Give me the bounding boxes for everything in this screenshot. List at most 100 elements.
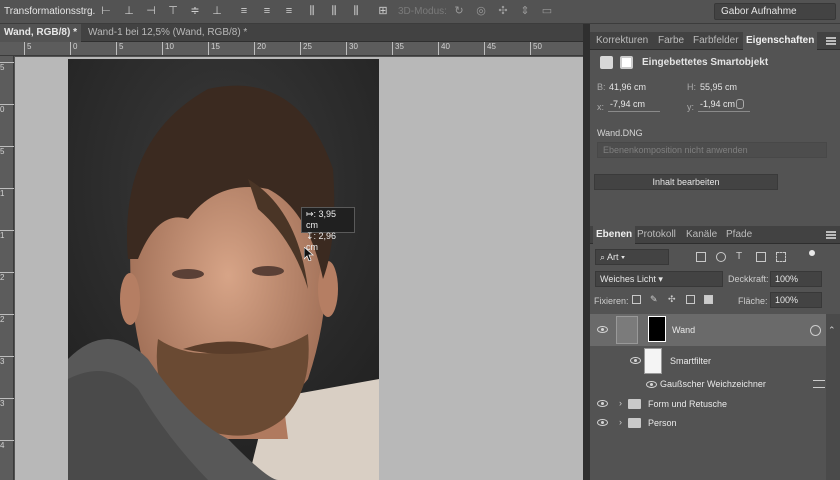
layer-name: Gaußscher Weichzeichner: [660, 379, 766, 389]
document-tab-inactive[interactable]: Wand-1 bei 12,5% (Wand, RGB/8) *: [84, 24, 251, 42]
ruler-tick: 1: [0, 230, 14, 240]
distribute-middle-icon[interactable]: ≡: [260, 5, 274, 18]
panel-divider[interactable]: [583, 24, 590, 480]
3d-roll-icon[interactable]: ◎: [474, 5, 488, 18]
tab-ebenen[interactable]: Ebenen: [593, 226, 636, 244]
lock-all-icon[interactable]: [704, 295, 713, 304]
align-middle-v-icon[interactable]: ≑: [188, 5, 202, 18]
document-canvas[interactable]: ↦: 3,95 cm ↧: 2,96 cm: [15, 57, 583, 480]
align-left-icon[interactable]: ⊢: [99, 5, 113, 18]
3d-scale-icon[interactable]: ▭: [540, 5, 554, 18]
visibility-eye-icon[interactable]: [597, 326, 608, 333]
distribute-center-icon[interactable]: ⫼: [327, 5, 341, 18]
3d-pan-icon[interactable]: ✣: [496, 5, 510, 18]
align-top-icon[interactable]: ⊤: [166, 5, 180, 18]
opacity-label: Deckkraft:: [728, 274, 769, 284]
ruler-tick: 5: [0, 62, 14, 72]
smart-object-header: Eingebettetes Smartobjekt: [598, 54, 834, 72]
image-filter-icon[interactable]: [696, 252, 706, 262]
lock-position-icon[interactable]: ✣: [668, 295, 677, 304]
ruler-tick: 5: [116, 42, 123, 55]
ruler-tick: 5: [0, 146, 14, 156]
link-icon[interactable]: [736, 99, 744, 109]
filter-toggle-icon[interactable]: [809, 250, 815, 256]
layer-row-person[interactable]: › Person: [590, 413, 826, 433]
vertical-ruler[interactable]: 5 0 5 1 1 2 2 3 3 4: [0, 56, 14, 480]
tab-eigenschaften[interactable]: Eigenschaften: [743, 32, 818, 50]
blend-mode-select[interactable]: Weiches Licht ▾: [595, 271, 723, 287]
ruler-tick: 45: [484, 42, 496, 55]
smart-object-badge-icon: [810, 325, 821, 336]
layers-scrollbar[interactable]: [826, 314, 840, 480]
panel-menu-icon[interactable]: [826, 37, 836, 45]
pointer-cursor-icon: [304, 247, 314, 261]
properties-panel: Korrekturen Farbe Farbfelder Eigenschaft…: [590, 32, 840, 222]
ruler-tick: 20: [254, 42, 266, 55]
layers-menu-icon[interactable]: [826, 231, 836, 239]
tab-pfade[interactable]: Pfade: [723, 226, 755, 244]
smart-object-thumbnail: [616, 316, 638, 344]
tab-farbfelder[interactable]: Farbfelder: [690, 32, 742, 50]
layer-row-form-und-retusche[interactable]: › Form und Retusche: [590, 394, 826, 414]
folder-icon: [628, 399, 641, 409]
layer-filter-select[interactable]: ⌕ Art ▾: [595, 249, 669, 265]
layer-mask-thumbnail[interactable]: [648, 316, 666, 342]
options-bar: Transformationsstrg. ⊢ ⊥ ⊣ ⊤ ≑ ⊥ ≡ ≡ ≡ ⫼…: [0, 0, 840, 24]
distribute-right-icon[interactable]: ⫼: [349, 5, 363, 18]
height-label: H:: [687, 82, 696, 92]
layer-name: Form und Retusche: [648, 399, 728, 409]
y-label: y:: [687, 102, 695, 112]
layer-name: Person: [648, 418, 677, 428]
align-bottom-icon[interactable]: ⊥: [210, 5, 224, 18]
align-center-h-icon[interactable]: ⊥: [122, 5, 136, 18]
distribute-bottom-icon[interactable]: ≡: [282, 5, 296, 18]
auto-align-icon[interactable]: ⊞: [376, 5, 390, 18]
align-right-icon[interactable]: ⊣: [144, 5, 158, 18]
tool-label: Transformationsstrg.: [4, 6, 96, 17]
visibility-eye-icon[interactable]: [597, 419, 608, 426]
lock-image-icon[interactable]: ✎: [650, 295, 659, 304]
tab-farbe[interactable]: Farbe: [655, 32, 687, 50]
collapse-effects-icon[interactable]: ⌃: [828, 325, 836, 336]
tab-korrekturen[interactable]: Korrekturen: [593, 32, 651, 50]
ruler-tick: 3: [0, 398, 14, 408]
opacity-field[interactable]: 100%: [770, 271, 822, 287]
horizontal-ruler[interactable]: 5 0 5 10 15 20 25 30 35 40 45 50: [0, 42, 583, 56]
distribute-top-icon[interactable]: ≡: [237, 5, 251, 18]
3d-orbit-icon[interactable]: ↻: [452, 5, 466, 18]
edit-contents-button[interactable]: Inhalt bearbeiten: [594, 174, 778, 190]
tab-kanaele[interactable]: Kanäle: [683, 226, 720, 244]
expand-chevron-icon[interactable]: ›: [619, 417, 622, 427]
lock-transparent-icon[interactable]: [632, 295, 641, 304]
filter-kind-label: Art: [607, 252, 619, 262]
ruler-tick: 10: [162, 42, 174, 55]
shape-filter-icon[interactable]: [756, 252, 766, 262]
fill-label: Fläche:: [738, 296, 768, 306]
visibility-eye-icon[interactable]: [646, 381, 657, 388]
lock-artboard-icon[interactable]: [686, 295, 695, 304]
transform-measure-tooltip: ↦: 3,95 cm ↧: 2,96 cm: [301, 207, 355, 252]
visibility-eye-icon[interactable]: [630, 357, 641, 364]
layer-row-smartfilter[interactable]: Smartfilter: [590, 346, 826, 376]
mask-icon[interactable]: [620, 56, 633, 69]
visibility-eye-icon[interactable]: [597, 400, 608, 407]
fill-field[interactable]: 100%: [770, 292, 822, 308]
ruler-tick: 1: [0, 188, 14, 198]
layer-comp-select[interactable]: Ebenenkomposition nicht anwenden: [597, 142, 827, 158]
3d-slide-icon[interactable]: ⇕: [518, 5, 532, 18]
filter-blending-options-icon[interactable]: [813, 380, 825, 388]
ruler-tick: 15: [208, 42, 220, 55]
expand-chevron-icon[interactable]: ›: [619, 398, 622, 408]
ruler-tick: 4: [0, 440, 14, 450]
layer-row-wand[interactable]: Wand: [590, 314, 826, 346]
type-filter-icon[interactable]: T: [736, 252, 746, 262]
smart-object-filter-icon[interactable]: [776, 252, 786, 262]
adjustment-filter-icon[interactable]: [716, 252, 726, 262]
workspace-select[interactable]: Gabor Aufnahme: [714, 3, 836, 20]
distribute-left-icon[interactable]: ⫼: [305, 5, 319, 18]
x-field[interactable]: -7,94 cm: [608, 98, 660, 112]
document-tab-active[interactable]: Wand, RGB/8) *: [0, 24, 81, 42]
filter-row-gaussian-blur[interactable]: Gaußscher Weichzeichner: [590, 376, 826, 394]
tab-protokoll[interactable]: Protokoll: [634, 226, 679, 244]
portrait-photo[interactable]: [68, 59, 379, 480]
